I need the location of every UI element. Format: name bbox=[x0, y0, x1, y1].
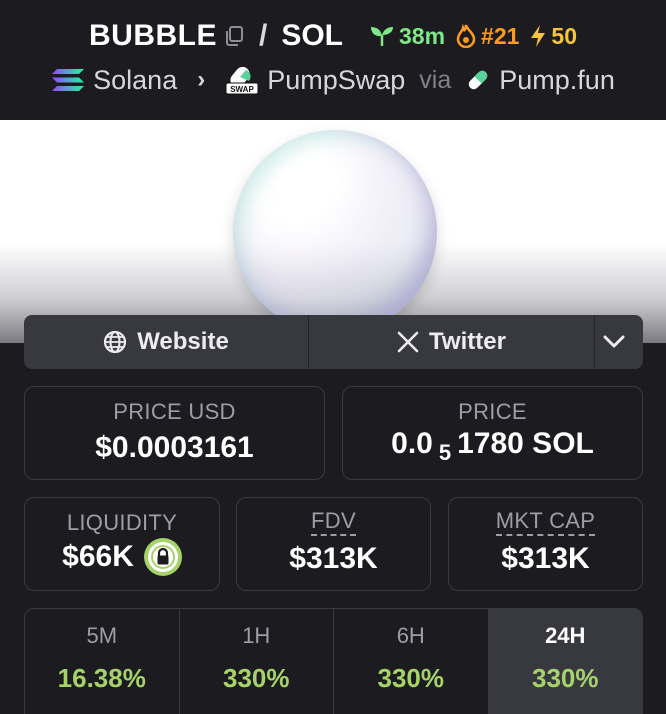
pair-title-row: BUBBLE / SOL 38m #21 50 bbox=[0, 14, 666, 58]
liquidity-value: $66K bbox=[62, 540, 134, 573]
price-native-rest: 1780 SOL bbox=[457, 427, 594, 460]
fdv-value: $313K bbox=[289, 542, 378, 575]
boost-count[interactable]: 50 bbox=[529, 23, 577, 50]
tab-24h-change: 330% bbox=[532, 663, 599, 693]
globe-icon bbox=[104, 330, 127, 354]
launchpad-link[interactable]: Pump.fun bbox=[499, 65, 615, 96]
tab-1h-period: 1H bbox=[242, 623, 271, 648]
tab-5m-period: 5M bbox=[86, 623, 118, 648]
fdv-card[interactable]: FDV $313K bbox=[236, 497, 431, 591]
price-native-label: PRICE bbox=[458, 399, 527, 424]
market-cap-value: $313K bbox=[501, 542, 590, 575]
pair-header: BUBBLE / SOL 38m #21 50 Solana › SWAP Pu… bbox=[0, 0, 666, 120]
website-button-label: Website bbox=[137, 328, 229, 355]
chain-link[interactable]: Solana bbox=[93, 65, 177, 96]
tab-6h-change: 330% bbox=[377, 663, 445, 693]
twitter-button-label: Twitter bbox=[429, 328, 506, 355]
boost-count-value: 50 bbox=[551, 22, 578, 49]
base-token-symbol: BUBBLE bbox=[88, 19, 217, 52]
liquidity-value-row: $66K bbox=[25, 538, 219, 576]
tab-5m-change: 16.38% bbox=[57, 663, 146, 693]
fdv-label: FDV bbox=[311, 510, 356, 536]
token-banner-image bbox=[0, 120, 666, 343]
pumpswap-logo-icon: SWAP bbox=[225, 66, 259, 95]
copy-icon[interactable] bbox=[223, 25, 245, 47]
solana-logo-icon bbox=[52, 69, 85, 91]
chevron-right-icon: › bbox=[197, 66, 206, 93]
liquidity-card: LIQUIDITY $66K bbox=[24, 497, 220, 591]
seedling-icon bbox=[371, 27, 393, 46]
pair-separator: / bbox=[258, 19, 268, 52]
tab-5m[interactable]: 5M 16.38% bbox=[25, 609, 180, 714]
price-native-zero-count: 5 bbox=[438, 440, 452, 465]
tab-24h[interactable]: 24H 330% bbox=[488, 609, 642, 714]
pair-age-value: 38m bbox=[399, 22, 446, 49]
x-logo-icon bbox=[397, 331, 419, 353]
market-cap-card[interactable]: MKT CAP $313K bbox=[448, 497, 643, 591]
tab-24h-period: 24H bbox=[545, 623, 586, 648]
liquidity-label: LIQUIDITY bbox=[66, 510, 178, 535]
pair-age: 38m bbox=[369, 23, 445, 50]
pumpfun-pill-icon bbox=[469, 70, 488, 90]
chevron-down-icon bbox=[603, 335, 625, 348]
price-native-card: PRICE 0.0 5 1780 SOL bbox=[342, 386, 643, 480]
tab-1h[interactable]: 1H 330% bbox=[180, 609, 334, 714]
price-usd-card: PRICE USD $0.0003161 bbox=[24, 386, 325, 480]
breadcrumb: Solana › SWAP PumpSwap via Pump.fun bbox=[0, 62, 666, 98]
tab-6h[interactable]: 6H 330% bbox=[334, 609, 489, 714]
more-links-button[interactable] bbox=[595, 315, 643, 369]
liquidity-lock-button[interactable] bbox=[143, 538, 182, 576]
flame-icon bbox=[456, 24, 476, 48]
quote-token-symbol: SOL bbox=[281, 19, 343, 52]
swap-badge-text: SWAP bbox=[230, 85, 254, 94]
tab-6h-period: 6H bbox=[396, 623, 425, 648]
social-links-bar: Website Twitter bbox=[24, 315, 643, 369]
market-cap-label: MKT CAP bbox=[495, 510, 596, 536]
bubble-image bbox=[233, 130, 437, 334]
trending-rank-value: #21 bbox=[481, 22, 520, 49]
website-button[interactable]: Website bbox=[24, 315, 309, 369]
price-usd-label: PRICE USD bbox=[113, 399, 236, 424]
lock-icon bbox=[147, 542, 178, 572]
dex-link[interactable]: PumpSwap bbox=[267, 65, 405, 96]
tab-1h-change: 330% bbox=[223, 663, 290, 693]
twitter-button[interactable]: Twitter bbox=[309, 315, 595, 369]
price-native-prefix: 0.0 bbox=[391, 427, 433, 460]
price-change-tabs: 5M 16.38% 1H 330% 6H 330% 24H 330% bbox=[24, 608, 643, 714]
price-usd-value: $0.0003161 bbox=[95, 431, 254, 464]
trending-rank[interactable]: #21 bbox=[455, 23, 519, 50]
via-label: via bbox=[419, 65, 452, 94]
price-native-value: 0.0 5 1780 SOL bbox=[343, 427, 642, 465]
lightning-icon bbox=[531, 25, 546, 47]
